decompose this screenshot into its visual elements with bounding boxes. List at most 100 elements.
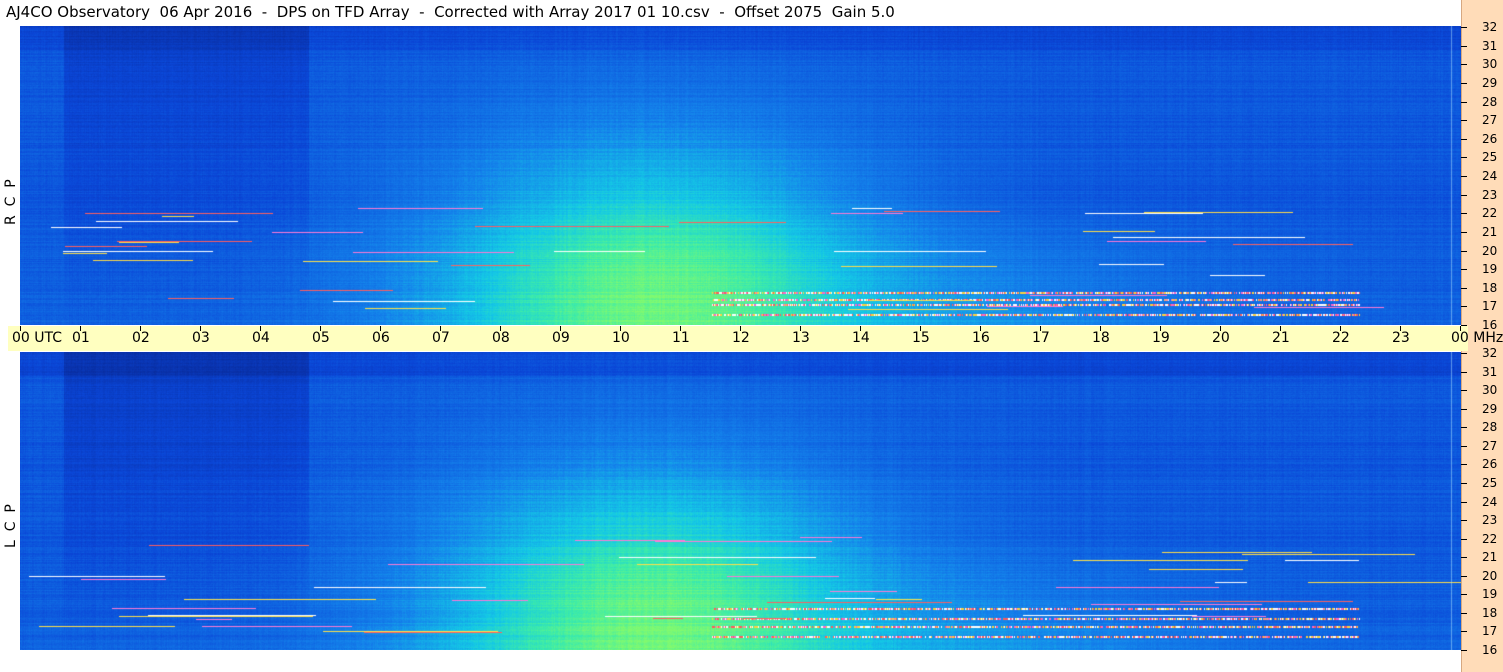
freq-tick-mark xyxy=(1461,520,1467,521)
rcp-spectrogram-panel xyxy=(20,26,1461,325)
time-tick-label: 12 xyxy=(732,330,750,346)
time-tick-label: 06 xyxy=(372,330,390,346)
freq-tick-mark xyxy=(1461,576,1467,577)
lcp-spectrogram-canvas xyxy=(20,352,1461,650)
time-tick-label: 01 xyxy=(72,330,90,346)
freq-tick-mark xyxy=(1461,390,1467,391)
freq-tick-mark xyxy=(1461,539,1467,540)
freq-tick-label: 23 xyxy=(1482,513,1498,527)
freq-tick-label: 17 xyxy=(1482,624,1498,638)
freq-tick-mark xyxy=(1461,594,1467,595)
time-axis-band: 00 UTC 01 02 03 04 05 06 07 08 09 10 11 12 13 14 15 16 17… xyxy=(8,326,1503,351)
time-tick-label: 00 UTC xyxy=(12,330,63,346)
freq-tick-mark xyxy=(1461,27,1467,28)
freq-tick-mark xyxy=(1461,64,1467,65)
time-tick-label: 09 xyxy=(552,330,570,346)
freq-tick-mark xyxy=(1461,139,1467,140)
freq-tick-label: 27 xyxy=(1482,439,1498,453)
freq-tick-label: 18 xyxy=(1482,606,1498,620)
freq-tick-mark xyxy=(1461,409,1467,410)
freq-tick-mark xyxy=(1461,213,1467,214)
freq-tick-mark xyxy=(1461,464,1467,465)
freq-tick-mark xyxy=(1461,483,1467,484)
freq-tick-label: 22 xyxy=(1482,532,1498,546)
freq-tick-label: 30 xyxy=(1482,383,1498,397)
freq-tick-mark xyxy=(1461,427,1467,428)
freq-tick-label: 26 xyxy=(1482,457,1498,471)
freq-tick-mark xyxy=(1461,195,1467,196)
time-tick-label: 16 xyxy=(972,330,990,346)
freq-tick-label: 17 xyxy=(1482,299,1498,313)
time-tick-label: 11 xyxy=(672,330,690,346)
time-tick-label: 14 xyxy=(852,330,870,346)
time-tick-label: 23 xyxy=(1392,330,1410,346)
freq-tick-label: 16 xyxy=(1482,643,1498,657)
time-tick-label: 04 xyxy=(252,330,270,346)
freq-tick-label: 25 xyxy=(1482,476,1498,490)
freq-tick-label: 24 xyxy=(1482,169,1498,183)
freq-tick-mark xyxy=(1461,120,1467,121)
freq-tick-mark xyxy=(1461,306,1467,307)
time-tick-label: 15 xyxy=(912,330,930,346)
freq-tick-label: 29 xyxy=(1482,402,1498,416)
time-tick-label: 18 xyxy=(1092,330,1110,346)
freq-tick-mark xyxy=(1461,157,1467,158)
freq-tick-mark xyxy=(1461,325,1467,326)
freq-tick-mark xyxy=(1461,288,1467,289)
time-tick-label: 00 MHz xyxy=(1451,330,1503,346)
freq-tick-label: 19 xyxy=(1482,587,1498,601)
time-tick-label: 22 xyxy=(1332,330,1350,346)
time-tick-label: 03 xyxy=(192,330,210,346)
rcp-spectrogram-canvas xyxy=(20,26,1461,325)
time-tick-label: 20 xyxy=(1212,330,1230,346)
freq-tick-label: 32 xyxy=(1482,20,1498,34)
lcp-spectrogram-panel xyxy=(20,352,1461,650)
time-tick-label: 17 xyxy=(1032,330,1050,346)
freq-tick-label: 20 xyxy=(1482,569,1498,583)
freq-tick-mark xyxy=(1461,232,1467,233)
freq-tick-mark xyxy=(1461,176,1467,177)
freq-tick-label: 21 xyxy=(1482,225,1498,239)
freq-tick-label: 21 xyxy=(1482,550,1498,564)
freq-tick-label: 25 xyxy=(1482,150,1498,164)
freq-tick-mark xyxy=(1461,650,1467,651)
freq-tick-mark xyxy=(1461,83,1467,84)
time-tick-label: 05 xyxy=(312,330,330,346)
freq-tick-label: 23 xyxy=(1482,188,1498,202)
time-tick-label: 02 xyxy=(132,330,150,346)
freq-tick-label: 32 xyxy=(1482,346,1498,360)
freq-tick-mark xyxy=(1461,502,1467,503)
freq-tick-label: 16 xyxy=(1482,318,1498,332)
time-tick-label: 19 xyxy=(1152,330,1170,346)
freq-tick-mark xyxy=(1461,46,1467,47)
freq-tick-label: 31 xyxy=(1482,365,1498,379)
freq-tick-mark xyxy=(1461,372,1467,373)
freq-tick-label: 29 xyxy=(1482,76,1498,90)
time-tick-label: 21 xyxy=(1272,330,1290,346)
freq-tick-mark xyxy=(1461,269,1467,270)
time-tick-label: 08 xyxy=(492,330,510,346)
freq-tick-mark xyxy=(1461,631,1467,632)
time-tick-label: 10 xyxy=(612,330,630,346)
time-tick-label: 13 xyxy=(792,330,810,346)
freq-tick-mark xyxy=(1461,353,1467,354)
spectrogram-figure: AJ4CO Observatory 06 Apr 2016 - DPS on T… xyxy=(0,0,1503,672)
freq-tick-label: 22 xyxy=(1482,206,1498,220)
freq-tick-label: 30 xyxy=(1482,57,1498,71)
freq-tick-mark xyxy=(1461,251,1467,252)
freq-tick-label: 18 xyxy=(1482,281,1498,295)
freq-tick-label: 26 xyxy=(1482,132,1498,146)
freq-tick-mark xyxy=(1461,446,1467,447)
freq-tick-mark xyxy=(1461,557,1467,558)
freq-tick-label: 24 xyxy=(1482,495,1498,509)
time-tick-label: 07 xyxy=(432,330,450,346)
figure-title: AJ4CO Observatory 06 Apr 2016 - DPS on T… xyxy=(6,3,895,21)
freq-tick-label: 28 xyxy=(1482,420,1498,434)
freq-tick-label: 31 xyxy=(1482,39,1498,53)
freq-tick-mark xyxy=(1461,613,1467,614)
lcp-label: L C P xyxy=(3,504,19,548)
freq-tick-mark xyxy=(1461,102,1467,103)
freq-tick-label: 20 xyxy=(1482,244,1498,258)
freq-tick-label: 27 xyxy=(1482,113,1498,127)
rcp-label: R C P xyxy=(3,179,19,225)
